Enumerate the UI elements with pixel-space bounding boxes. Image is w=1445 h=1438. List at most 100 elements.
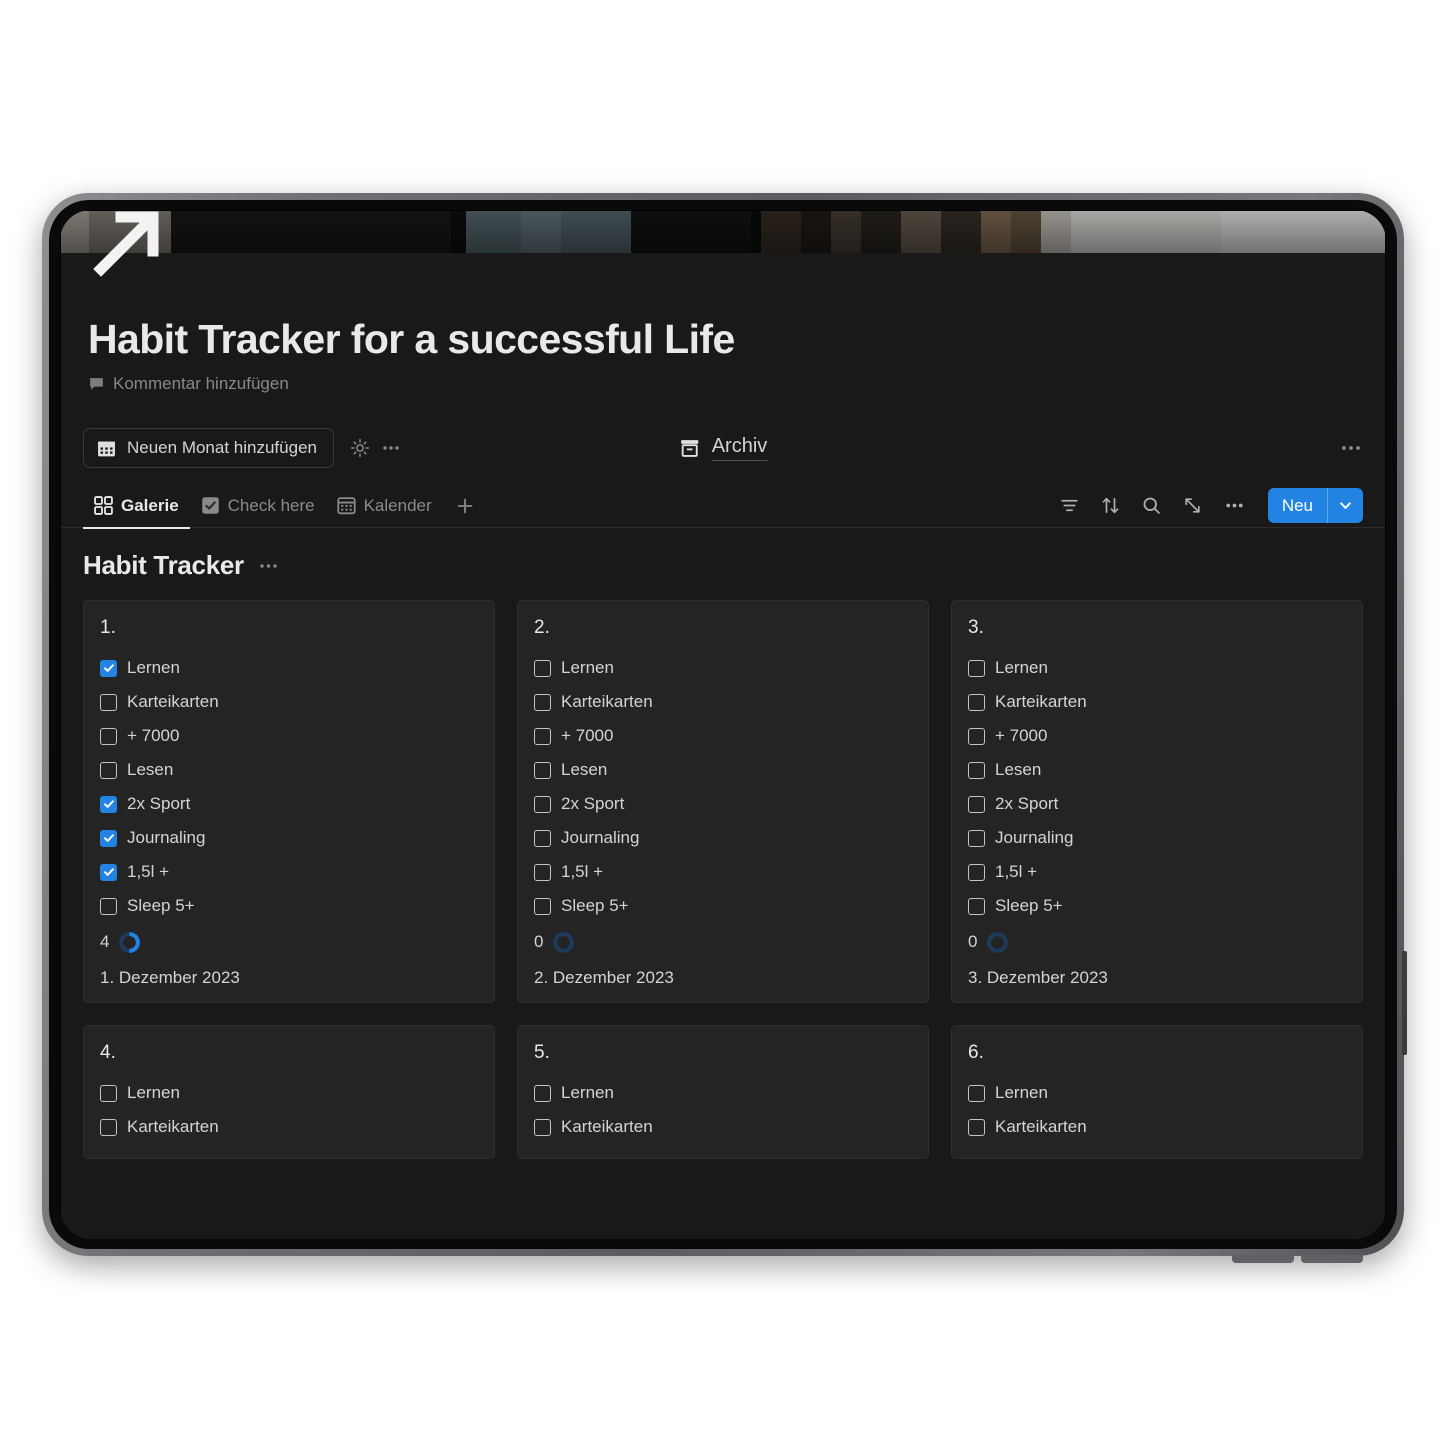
sort-button[interactable] xyxy=(1093,488,1128,523)
habit-label: + 7000 xyxy=(561,726,614,746)
habit-row[interactable]: Lesen xyxy=(534,753,912,787)
checkbox-unchecked[interactable] xyxy=(100,693,117,711)
checkbox-unchecked[interactable] xyxy=(968,727,985,745)
habit-label: + 7000 xyxy=(995,726,1048,746)
habit-row[interactable]: Lernen xyxy=(968,651,1346,685)
habit-row[interactable]: 1,5l + xyxy=(100,855,478,889)
device-side-button[interactable] xyxy=(1402,951,1407,1055)
habit-row[interactable]: Lernen xyxy=(100,1076,478,1110)
habit-row[interactable]: 2x Sport xyxy=(968,787,1346,821)
habit-row[interactable]: Lesen xyxy=(968,753,1346,787)
new-dropdown-button[interactable] xyxy=(1327,488,1363,524)
habit-label: 2x Sport xyxy=(127,794,191,814)
gallery-card[interactable]: 2. Lernen Karteikarten + 7000 Lesen 2x Sport J… xyxy=(517,600,929,1004)
completed-count: 4 xyxy=(100,932,110,952)
checkbox-unchecked[interactable] xyxy=(968,761,985,779)
habit-row[interactable]: Karteikarten xyxy=(968,1110,1346,1144)
checkbox-unchecked[interactable] xyxy=(968,1084,985,1102)
habit-label: Lesen xyxy=(995,760,1042,780)
checkbox-checked[interactable] xyxy=(100,659,117,677)
habit-row[interactable]: Karteikarten xyxy=(534,685,912,719)
add-view-button[interactable] xyxy=(443,496,487,516)
tab-kalender[interactable]: Kalender xyxy=(326,484,443,528)
page-cover-image[interactable] xyxy=(61,211,1385,277)
habit-row[interactable]: Lernen xyxy=(534,1076,912,1110)
checkbox-unchecked[interactable] xyxy=(968,829,985,847)
habit-row[interactable]: Karteikarten xyxy=(100,685,478,719)
habit-row[interactable]: Sleep 5+ xyxy=(100,889,478,923)
habit-row[interactable]: Lernen xyxy=(968,1076,1346,1110)
settings-gear-button[interactable] xyxy=(350,438,370,458)
checkbox-unchecked[interactable] xyxy=(534,863,551,881)
habit-label: Lernen xyxy=(127,658,180,678)
expand-button[interactable] xyxy=(1175,488,1210,523)
habit-row[interactable]: + 7000 xyxy=(100,719,478,753)
habit-row[interactable]: Lernen xyxy=(100,651,478,685)
habit-row[interactable]: Karteikarten xyxy=(968,685,1346,719)
checkbox-unchecked[interactable] xyxy=(534,795,551,813)
checkbox-unchecked[interactable] xyxy=(534,829,551,847)
habit-row[interactable]: 1,5l + xyxy=(968,855,1346,889)
habit-row[interactable]: + 7000 xyxy=(534,719,912,753)
completed-count: 0 xyxy=(534,932,544,952)
habit-row[interactable]: Sleep 5+ xyxy=(534,889,912,923)
archive-link[interactable]: Archiv xyxy=(679,435,768,462)
tab-check-here[interactable]: Check here xyxy=(190,484,326,528)
habit-label: Lesen xyxy=(561,760,608,780)
gallery-card[interactable]: 5. Lernen Karteikarten xyxy=(517,1025,929,1160)
checkbox-unchecked[interactable] xyxy=(100,761,117,779)
database-more-button[interactable] xyxy=(258,557,280,575)
sort-icon xyxy=(1102,498,1119,514)
habit-row[interactable]: + 7000 xyxy=(968,719,1346,753)
gallery-card[interactable]: 6. Lernen Karteikarten xyxy=(951,1025,1363,1160)
checkbox-unchecked[interactable] xyxy=(968,795,985,813)
checkbox-unchecked[interactable] xyxy=(968,897,985,915)
more-horizontal-icon xyxy=(1226,503,1243,508)
checkbox-unchecked[interactable] xyxy=(534,1118,551,1136)
checkbox-checked[interactable] xyxy=(100,863,117,881)
checkbox-unchecked[interactable] xyxy=(968,659,985,677)
checkbox-checked[interactable] xyxy=(100,795,117,813)
habit-row[interactable]: 2x Sport xyxy=(534,787,912,821)
habit-row[interactable]: Karteikarten xyxy=(534,1110,912,1144)
checkbox-unchecked[interactable] xyxy=(534,1084,551,1102)
gallery-card[interactable]: 4. Lernen Karteikarten xyxy=(83,1025,495,1160)
checkbox-checked[interactable] xyxy=(100,829,117,847)
checkbox-unchecked[interactable] xyxy=(968,1118,985,1136)
page-more-button[interactable] xyxy=(1339,438,1363,458)
checkbox-unchecked[interactable] xyxy=(534,727,551,745)
checkbox-unchecked[interactable] xyxy=(968,693,985,711)
habit-label: Karteikarten xyxy=(127,1117,219,1137)
habit-row[interactable]: Lernen xyxy=(534,651,912,685)
habit-row[interactable]: Karteikarten xyxy=(100,1110,478,1144)
checkbox-unchecked[interactable] xyxy=(100,1118,117,1136)
tab-galerie[interactable]: Galerie xyxy=(83,484,190,529)
checkbox-unchecked[interactable] xyxy=(534,897,551,915)
habit-row[interactable]: 2x Sport xyxy=(100,787,478,821)
add-comment-row[interactable]: Kommentar hinzufügen xyxy=(88,374,1385,394)
page-title: Habit Tracker for a successful Life xyxy=(88,316,735,362)
habit-row[interactable]: Journaling xyxy=(968,821,1346,855)
checkbox-unchecked[interactable] xyxy=(534,659,551,677)
filter-button[interactable] xyxy=(1052,488,1087,523)
gallery-card[interactable]: 3. Lernen Karteikarten + 7000 Lesen 2x Sport J… xyxy=(951,600,1363,1004)
habit-row[interactable]: Journaling xyxy=(534,821,912,855)
habit-row[interactable]: Journaling xyxy=(100,821,478,855)
gallery-card[interactable]: 1. Lernen Karteikarten + 7000 Lesen 2x Sport J… xyxy=(83,600,495,1004)
checkbox-unchecked[interactable] xyxy=(534,761,551,779)
checkbox-unchecked[interactable] xyxy=(968,863,985,881)
card-number: 1. xyxy=(100,617,116,639)
search-button[interactable] xyxy=(1134,488,1169,523)
add-new-month-button[interactable]: Neuen Monat hinzufügen xyxy=(83,428,334,469)
view-more-button[interactable] xyxy=(1216,488,1253,523)
habit-row[interactable]: 1,5l + xyxy=(534,855,912,889)
checkbox-unchecked[interactable] xyxy=(100,1084,117,1102)
habit-row[interactable]: Lesen xyxy=(100,753,478,787)
habit-row[interactable]: Sleep 5+ xyxy=(968,889,1346,923)
new-button[interactable]: Neu xyxy=(1268,488,1327,523)
checkbox-unchecked[interactable] xyxy=(100,897,117,915)
checkbox-unchecked[interactable] xyxy=(534,693,551,711)
plus-icon xyxy=(457,498,473,513)
view-options-more-button[interactable] xyxy=(380,438,402,458)
checkbox-unchecked[interactable] xyxy=(100,727,117,745)
